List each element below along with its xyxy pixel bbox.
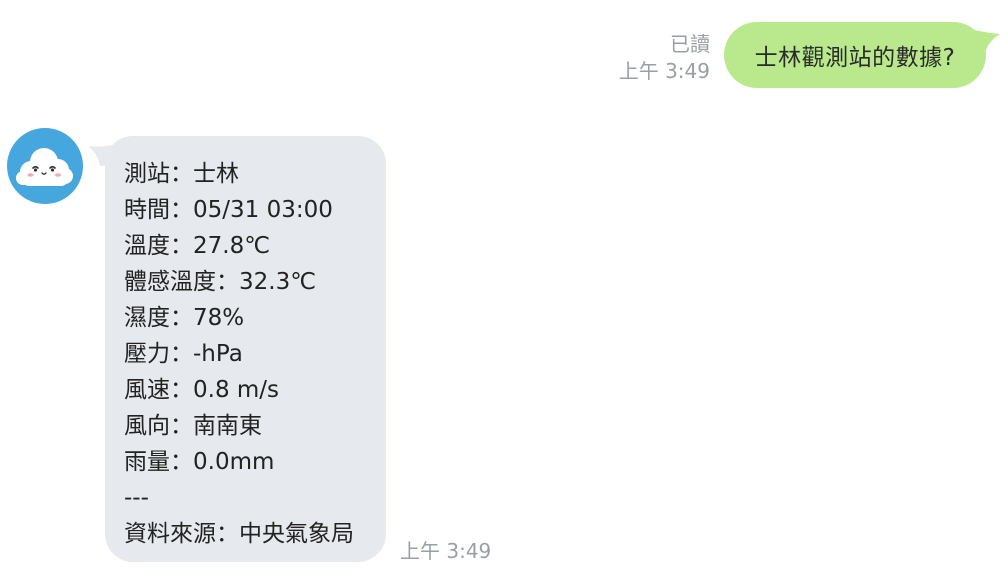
message-line-source: 資料來源：中央氣象局 xyxy=(124,521,354,547)
message-line-feels-like: 體感溫度：32.3℃ xyxy=(124,269,317,295)
message-line-humidity: 濕度：78% xyxy=(124,305,245,331)
outgoing-meta: 已讀 上午 3:49 xyxy=(619,31,710,85)
message-line-rainfall: 雨量：0.0mm xyxy=(124,449,275,475)
message-line-separator: --- xyxy=(124,485,149,511)
read-receipt: 已讀 xyxy=(670,32,710,56)
message-line-time: 時間：05/31 03:00 xyxy=(124,197,333,223)
incoming-timestamp: 上午 3:49 xyxy=(400,539,492,563)
bot-avatar[interactable] xyxy=(7,128,83,204)
incoming-message-bubble[interactable]: 測站：士林 時間：05/31 03:00 溫度：27.8℃ 體感溫度：32.3℃… xyxy=(105,136,386,562)
message-line-station: 測站：士林 xyxy=(124,161,239,187)
outgoing-message-bubble[interactable]: 士林觀測站的數據? xyxy=(724,22,986,88)
message-line-wind-direction: 風向：南南東 xyxy=(124,413,262,439)
message-line-wind-speed: 風速：0.8 m/s xyxy=(124,377,280,403)
outgoing-message-text: 士林觀測站的數據? xyxy=(754,45,956,71)
cloud-face-icon xyxy=(16,148,73,186)
outgoing-timestamp: 上午 3:49 xyxy=(618,59,710,83)
message-line-pressure: 壓力：-hPa xyxy=(124,341,243,367)
chat-window: 已讀 上午 3:49 士林觀測站的數據? 測站：士林 時間：05/31 03:0… xyxy=(0,0,1008,580)
message-line-temperature: 溫度：27.8℃ xyxy=(124,233,271,259)
